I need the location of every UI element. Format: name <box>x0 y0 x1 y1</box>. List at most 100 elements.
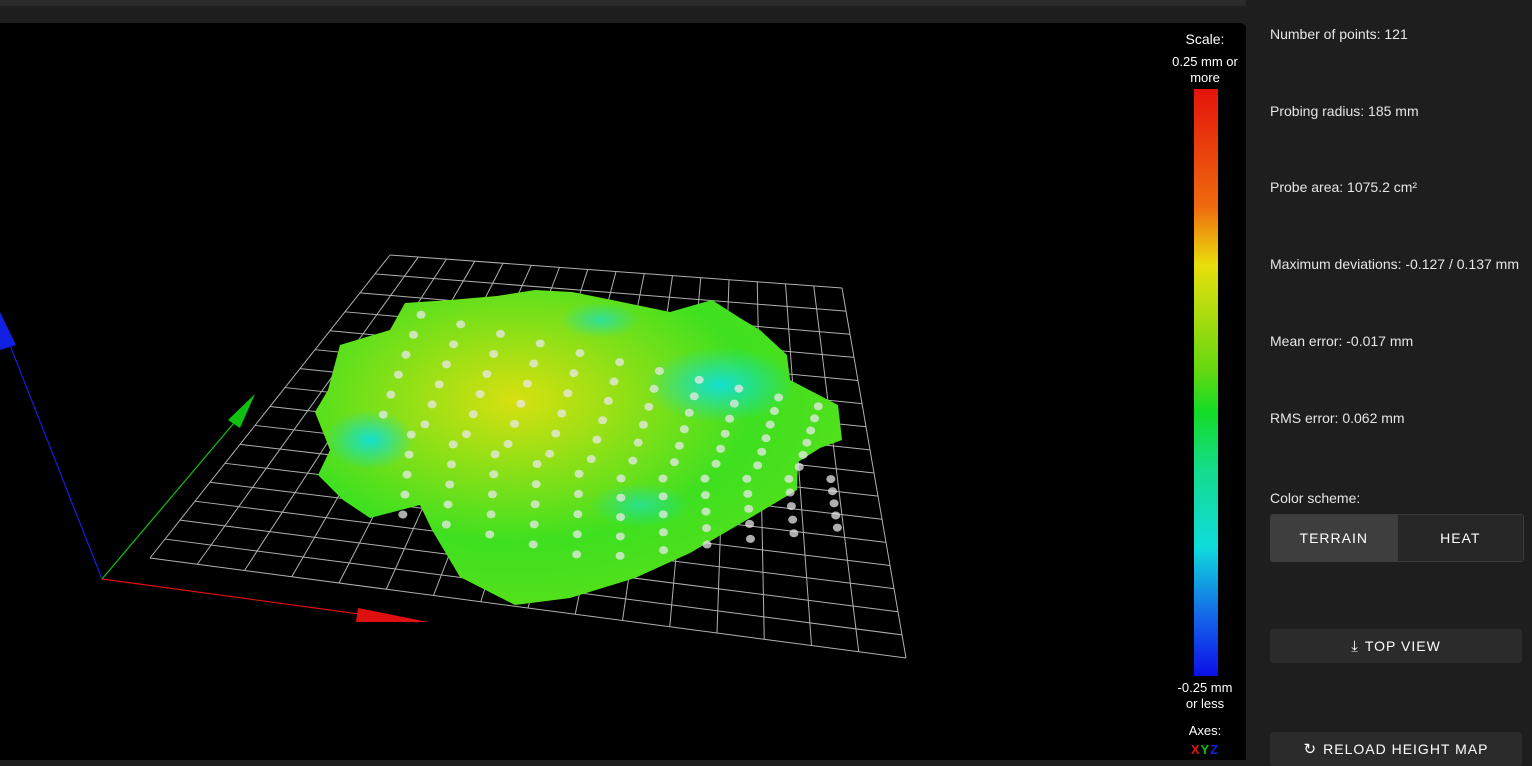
scale-max-label: 0.25 mm or more <box>1172 54 1238 85</box>
probe-point <box>531 480 541 489</box>
probe-point <box>813 402 823 411</box>
probe-point <box>654 367 664 376</box>
probe-point <box>446 460 456 469</box>
probe-point <box>757 447 767 456</box>
probe-point <box>393 370 403 379</box>
terrain-button[interactable]: TERRAIN <box>1271 515 1397 561</box>
z-axis-arrow-icon <box>0 312 16 350</box>
mean-error: Mean error: -0.017 mm <box>1270 333 1414 349</box>
probe-point <box>441 520 451 529</box>
probe-point <box>443 500 453 509</box>
heat-button[interactable]: HEAT <box>1396 515 1523 561</box>
probe-area: Probe area: 1075.2 cm² <box>1270 179 1418 195</box>
probe-point <box>679 425 689 434</box>
probe-point <box>802 438 812 447</box>
probe-point <box>720 429 730 438</box>
probe-point <box>573 510 583 519</box>
probe-point <box>456 320 466 329</box>
probe-point <box>826 475 836 484</box>
axes-legend: XYZ <box>1170 742 1240 757</box>
probe-point <box>616 493 626 502</box>
probe-point <box>427 400 437 409</box>
rms-error: RMS error: 0.062 mm <box>1270 410 1405 426</box>
probe-point <box>487 490 497 499</box>
probe-point <box>832 523 842 532</box>
probe-point <box>420 420 430 429</box>
probe-point <box>658 528 668 537</box>
probe-point <box>702 540 712 549</box>
probe-point <box>489 470 499 479</box>
probe-point <box>468 410 478 419</box>
probe-point <box>434 380 444 389</box>
probe-point <box>482 370 492 379</box>
axes-title: Axes: <box>1188 723 1222 738</box>
download-arrow-icon: ⤓ <box>1351 637 1359 655</box>
probe-point <box>386 390 396 399</box>
probe-point <box>615 551 625 560</box>
scale-title: Scale: <box>1185 31 1225 47</box>
probe-point <box>378 410 388 419</box>
probe-point <box>475 390 485 399</box>
probe-point <box>701 524 711 533</box>
probe-point <box>628 456 638 465</box>
probe-point <box>745 534 755 543</box>
axes-x-label: X <box>1190 742 1201 757</box>
probe-point <box>806 426 816 435</box>
height-map-info-panel: Number of points: 121 Probing radius: 18… <box>1246 0 1532 766</box>
probe-point <box>769 407 779 416</box>
probe-point <box>406 430 416 439</box>
probe-point <box>503 439 513 448</box>
height-map-3d-scene[interactable] <box>0 23 1246 760</box>
probe-point <box>638 420 648 429</box>
probe-point <box>532 460 542 469</box>
probe-point <box>743 489 753 498</box>
probe-point <box>658 474 668 483</box>
probe-point <box>449 340 459 349</box>
probe-point <box>644 402 654 411</box>
probe-point <box>509 419 519 428</box>
probe-point <box>701 507 711 516</box>
probe-point <box>489 349 499 358</box>
probe-point <box>603 396 613 405</box>
probe-point <box>794 462 804 471</box>
probe-point <box>633 438 643 447</box>
probe-point <box>551 429 561 438</box>
probe-point <box>575 349 585 358</box>
probe-point <box>684 408 694 417</box>
probe-point <box>785 488 795 497</box>
probe-point <box>658 492 668 501</box>
axes-y-label: Y <box>1200 742 1211 757</box>
probe-point <box>557 409 567 418</box>
probe-point <box>831 511 841 520</box>
probe-point <box>586 455 596 463</box>
probe-point <box>761 434 771 443</box>
probe-point <box>461 430 471 439</box>
probe-point <box>765 420 775 429</box>
probe-point <box>545 449 555 458</box>
probe-point <box>744 504 754 513</box>
probe-point <box>694 375 704 384</box>
probe-point <box>711 459 721 468</box>
probe-point <box>529 520 539 529</box>
top-view-button[interactable]: ⤓ TOP VIEW <box>1270 629 1522 663</box>
color-scheme-toggle: TERRAIN HEAT <box>1270 514 1524 562</box>
x-axis-arrow-icon <box>356 608 428 622</box>
probe-point <box>827 487 837 496</box>
probe-point <box>669 458 679 467</box>
probe-point <box>786 502 796 511</box>
probe-point <box>572 530 582 539</box>
probe-point <box>495 329 505 338</box>
probe-point <box>404 450 414 459</box>
probe-point <box>445 480 455 489</box>
probe-point <box>441 360 451 369</box>
probe-point <box>716 444 726 453</box>
probe-point <box>700 491 710 500</box>
probe-point <box>700 474 710 483</box>
probe-point <box>490 450 500 459</box>
probe-point <box>809 414 819 423</box>
height-map-viewer[interactable]: Scale: 0.25 mm or more -0.25 mm or less … <box>0 23 1246 760</box>
reload-height-map-button[interactable]: ↻ RELOAD HEIGHT MAP <box>1270 732 1522 766</box>
scale-min-label: -0.25 mm or less <box>1177 680 1233 711</box>
probe-point <box>774 393 784 402</box>
probe-point <box>528 540 538 549</box>
